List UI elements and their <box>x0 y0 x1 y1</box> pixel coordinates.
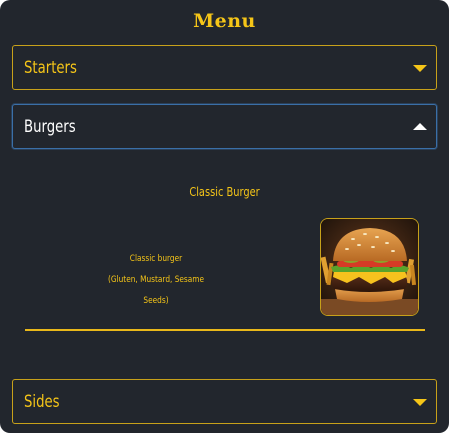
menu-panel: Menu Starters Burgers Classic Burger Cla… <box>0 0 449 433</box>
menu-item-allergens: (Gluten, Mustard, Sesame Seeds) <box>107 275 205 306</box>
burger-photo <box>320 218 419 316</box>
accordion-label-sides: Sides <box>24 391 60 412</box>
caret-down-icon <box>413 64 427 72</box>
section-divider <box>25 329 425 331</box>
accordion-starters[interactable]: Starters <box>12 45 437 90</box>
accordion-sides[interactable]: Sides <box>12 379 437 424</box>
menu-item-name: Classic Burger <box>189 185 260 199</box>
caret-up-icon <box>413 122 427 130</box>
accordion-label-burgers: Burgers <box>24 116 76 137</box>
menu-item-description: Classic burger <box>129 254 183 264</box>
accordion-burgers[interactable]: Burgers <box>12 104 437 149</box>
caret-down-icon <box>413 398 427 406</box>
burger-illustration <box>321 219 418 315</box>
menu-item-description-block: Classic burger (Gluten, Mustard, Sesame … <box>99 249 214 312</box>
accordion-label-starters: Starters <box>24 57 77 78</box>
page-title: Menu <box>193 10 256 32</box>
